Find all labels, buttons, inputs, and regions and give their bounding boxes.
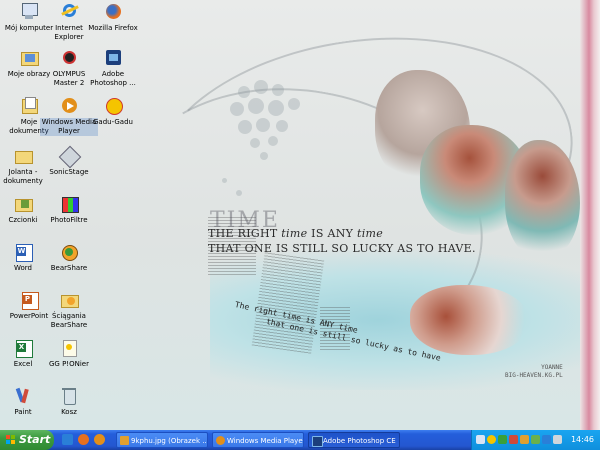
wallpaper-bubble — [238, 120, 252, 134]
word-icon: W — [13, 242, 33, 262]
bearshare-icon — [59, 242, 79, 262]
quicklaunch-media-player-icon[interactable] — [94, 434, 105, 445]
system-tray: 14:46 — [471, 430, 600, 450]
windows-media-player-icon — [59, 96, 79, 116]
wallpaper-bubble — [272, 84, 284, 96]
wallpaper-bubble — [254, 80, 268, 94]
wallpaper-bubble — [260, 152, 268, 160]
desktop-icon-bearshare-downloads[interactable]: Ściągania BearShare — [40, 290, 98, 330]
desktop-icon-sonicstage[interactable]: SonicStage — [40, 145, 98, 177]
folder-icon — [13, 146, 33, 166]
tray-app-icon[interactable] — [531, 435, 540, 444]
bluetooth-tray-icon[interactable] — [542, 435, 551, 444]
wallpaper-bubble — [248, 98, 264, 114]
wallpaper-quote: THE RIGHT time IS ANY time THAT ONE IS S… — [208, 227, 476, 255]
network-icon[interactable] — [476, 435, 485, 444]
my-computer-icon — [19, 2, 39, 22]
photofiltre-icon — [59, 194, 79, 214]
excel-icon: X — [13, 338, 33, 358]
desktop-icon-bearshare[interactable]: BearShare — [40, 242, 98, 273]
recycle-bin-icon — [59, 386, 79, 406]
wallpaper-bubble — [222, 178, 227, 183]
wallpaper-bubble — [276, 120, 288, 132]
start-button[interactable]: Start — [0, 430, 54, 450]
gg-pionier-icon — [59, 338, 79, 358]
wallpaper-bubble — [268, 100, 284, 116]
firefox-icon — [103, 2, 123, 22]
wallpaper-bubble — [250, 138, 260, 148]
internet-explorer-icon — [59, 2, 79, 22]
antivirus-tray-icon[interactable] — [498, 435, 507, 444]
task-photoshop[interactable]: Adobe Photoshop CE — [308, 432, 400, 448]
photoshop-icon — [312, 436, 323, 447]
paint-icon — [13, 386, 33, 406]
wallpaper-bubble — [230, 102, 244, 116]
task-windows-media-player[interactable]: Windows Media Player — [212, 432, 304, 448]
desktop-icon-gadu-gadu[interactable]: Gadu-Gadu — [84, 96, 142, 127]
quicklaunch-firefox-icon[interactable] — [78, 434, 89, 445]
tray-app-icon[interactable] — [520, 435, 529, 444]
desktop-icon-gg-pionier[interactable]: GG P!ONier — [40, 338, 98, 369]
gadu-gadu-icon — [103, 96, 123, 116]
wallpaper-pink-edge — [580, 0, 600, 430]
powerpoint-icon: P — [19, 290, 39, 310]
photoshop-icon — [103, 48, 123, 68]
quicklaunch-ie-icon[interactable] — [62, 434, 73, 445]
wallpaper-bubble — [238, 86, 250, 98]
wallpaper-signature: YOANNE BIG-HEAVEN.KG.PL — [505, 364, 563, 379]
wallpaper-bubble — [288, 98, 300, 110]
fonts-folder-icon — [13, 194, 33, 214]
desktop-icon-photofiltre[interactable]: PhotoFiltre — [40, 194, 98, 225]
task-image-viewer[interactable]: 9kphu.jpg (Obrazek ... — [116, 432, 208, 448]
wallpaper-bubble — [256, 118, 270, 132]
desktop-icon-recycle-bin[interactable]: Kosz — [40, 386, 98, 417]
taskbar: Start 9kphu.jpg (Obrazek ... Windows Med… — [0, 430, 600, 450]
volume-icon[interactable] — [553, 435, 562, 444]
gadu-gadu-tray-icon[interactable] — [487, 435, 496, 444]
image-viewer-icon — [120, 436, 129, 445]
clock[interactable]: 14:46 — [571, 430, 594, 450]
bearshare-downloads-icon — [59, 290, 79, 310]
my-documents-icon — [19, 96, 39, 116]
wallpaper-bubble — [268, 136, 278, 146]
olympus-master-icon — [59, 48, 79, 68]
wallpaper-girl-figure — [505, 140, 580, 260]
desktop-icon-firefox[interactable]: Mozilla Firefox — [84, 2, 142, 33]
desktop-icon-photoshop[interactable]: Adobe Photoshop ... — [84, 48, 142, 88]
windows-media-player-icon — [216, 436, 225, 445]
security-tray-icon[interactable] — [509, 435, 518, 444]
wallpaper-bubble — [236, 190, 242, 196]
sonicstage-icon — [58, 145, 82, 169]
my-pictures-icon — [19, 48, 39, 68]
windows-logo-icon — [6, 435, 16, 445]
